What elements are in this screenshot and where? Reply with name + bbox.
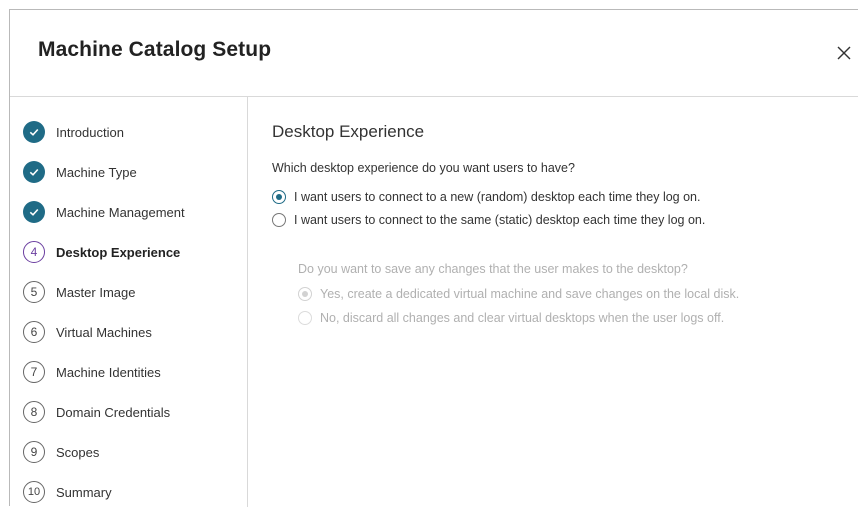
step-scopes[interactable]: 9 Scopes	[23, 440, 99, 464]
step-label: Introduction	[56, 124, 124, 140]
random-desktop-option[interactable]: I want users to connect to a new (random…	[272, 190, 700, 204]
save-changes-question: Do you want to save any changes that the…	[298, 262, 688, 276]
step-summary[interactable]: 10 Summary	[23, 480, 112, 504]
step-virtual-machines[interactable]: 6 Virtual Machines	[23, 320, 152, 344]
save-changes-no-option[interactable]: No, discard all changes and clear virtua…	[298, 311, 724, 325]
option-label: No, discard all changes and clear virtua…	[320, 311, 725, 325]
step-label: Virtual Machines	[56, 324, 152, 340]
step-number-badge: 4	[23, 241, 45, 263]
step-label: Machine Identities	[56, 364, 161, 380]
dialog-header: Machine Catalog Setup	[10, 10, 858, 97]
step-desktop-experience[interactable]: 4 Desktop Experience	[23, 240, 180, 264]
step-label: Master Image	[56, 284, 136, 300]
step-number-badge: 10	[23, 481, 45, 503]
dialog-title: Machine Catalog Setup	[38, 38, 272, 61]
option-label: I want users to connect to the same (sta…	[294, 213, 706, 227]
step-introduction[interactable]: Introduction	[23, 120, 124, 144]
check-icon	[23, 161, 45, 183]
section-title: Desktop Experience	[272, 122, 425, 141]
step-label: Scopes	[56, 444, 100, 460]
step-machine-management[interactable]: Machine Management	[23, 200, 185, 224]
radio-button[interactable]	[298, 311, 312, 325]
option-label: I want users to connect to a new (random…	[294, 190, 701, 204]
desktop-experience-question: Which desktop experience do you want use…	[272, 161, 575, 175]
step-number-badge: 6	[23, 321, 45, 343]
radio-button[interactable]	[272, 190, 286, 204]
step-label: Summary	[56, 484, 112, 500]
step-label: Machine Management	[56, 204, 185, 220]
radio-button[interactable]	[298, 287, 312, 301]
step-number-badge: 5	[23, 281, 45, 303]
step-label: Desktop Experience	[56, 244, 181, 260]
save-changes-yes-option[interactable]: Yes, create a dedicated virtual machine …	[298, 287, 739, 301]
step-number-badge: 8	[23, 401, 45, 423]
step-machine-identities[interactable]: 7 Machine Identities	[23, 360, 161, 384]
option-label: Yes, create a dedicated virtual machine …	[320, 287, 740, 301]
check-icon	[23, 201, 45, 223]
step-domain-credentials[interactable]: 8 Domain Credentials	[23, 400, 170, 424]
radio-button[interactable]	[272, 213, 286, 227]
machine-catalog-setup-dialog: Machine Catalog Setup Introduction Machi…	[9, 9, 858, 507]
wizard-steps-sidebar: Introduction Machine Type Machine Manage…	[10, 97, 248, 507]
step-master-image[interactable]: 5 Master Image	[23, 280, 135, 304]
static-desktop-option[interactable]: I want users to connect to the same (sta…	[272, 213, 705, 227]
close-icon[interactable]	[835, 44, 853, 62]
step-number-badge: 7	[23, 361, 45, 383]
step-label: Machine Type	[56, 164, 137, 180]
check-icon	[23, 121, 45, 143]
main-content: Desktop Experience Which desktop experie…	[272, 97, 858, 506]
step-machine-type[interactable]: Machine Type	[23, 160, 137, 184]
step-number-badge: 9	[23, 441, 45, 463]
step-label: Domain Credentials	[56, 404, 171, 420]
